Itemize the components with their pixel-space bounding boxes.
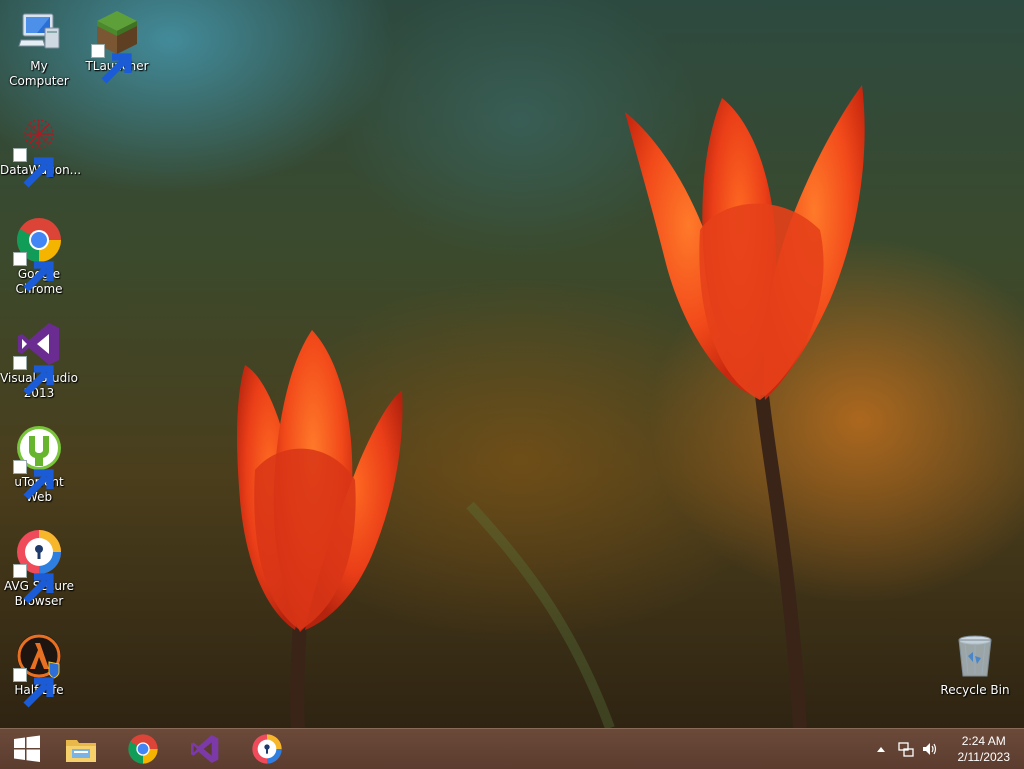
visual-studio-icon (13, 320, 63, 396)
utorrent-icon (13, 424, 63, 500)
recycle-bin-icon (951, 632, 999, 680)
shortcut-arrow-icon (13, 252, 54, 292)
desktop-icon-avg-secure-browser[interactable]: AVG Secure Browser (0, 528, 78, 609)
avg-browser-icon (13, 528, 63, 604)
network-tray-button[interactable] (894, 729, 918, 769)
half-life-icon (13, 632, 63, 708)
taskbar-clock[interactable]: 2:24 AM 2/11/2023 (958, 733, 1011, 765)
chevron-up-icon (877, 747, 885, 752)
taskbar-avg-browser[interactable] (240, 729, 294, 769)
shortcut-arrow-icon (91, 44, 132, 84)
windows-start-icon (14, 735, 40, 762)
desktop: My Computer TLauncher DataWagon... Googl… (0, 0, 1024, 728)
show-hidden-icons-button[interactable] (872, 729, 890, 769)
desktop-icon-label: Recycle Bin (940, 683, 1010, 697)
shortcut-arrow-icon (13, 356, 54, 396)
file-explorer-icon (66, 740, 96, 762)
minecraft-block-icon (91, 8, 141, 84)
computer-icon (15, 8, 63, 56)
desktop-icon-my-computer[interactable]: My Computer (0, 8, 78, 89)
desktop-icon-tlauncher[interactable]: TLauncher (78, 8, 156, 84)
avg-browser-icon (252, 734, 282, 764)
chrome-icon (13, 216, 63, 292)
desktop-icon-utorrent-web[interactable]: uTorrent Web (0, 424, 78, 505)
desktop-icon-google-chrome[interactable]: Google Chrome (0, 216, 78, 297)
chrome-icon (128, 734, 158, 764)
shortcut-arrow-icon (13, 148, 54, 188)
taskbar: 2:24 AM 2/11/2023 (0, 728, 1024, 769)
taskbar-visual-studio[interactable] (178, 729, 232, 769)
desktop-icon-visual-studio[interactable]: Visual Studio 2013 (0, 320, 78, 401)
volume-icon (923, 743, 937, 755)
taskbar-chrome[interactable] (116, 729, 170, 769)
wallpaper-tulips (237, 85, 865, 728)
start-button[interactable] (0, 729, 54, 769)
desktop-icon-recycle-bin[interactable]: Recycle Bin (936, 632, 1014, 698)
network-icon (898, 742, 914, 757)
visual-studio-icon (191, 735, 219, 763)
desktop-icon-half-life[interactable]: Half-Life (0, 632, 78, 708)
volume-tray-button[interactable] (918, 729, 942, 769)
taskbar-file-explorer[interactable] (54, 729, 108, 769)
clock-time: 2:24 AM (961, 734, 1006, 748)
desktop-icon-label: My Computer (9, 59, 69, 88)
shortcut-arrow-icon (13, 564, 54, 604)
shortcut-arrow-icon (13, 668, 54, 708)
desktop-icon-datawagon[interactable]: DataWagon... (0, 112, 81, 188)
datawagon-icon (13, 112, 63, 188)
shortcut-arrow-icon (13, 460, 54, 500)
clock-date: 2/11/2023 (957, 750, 1011, 764)
